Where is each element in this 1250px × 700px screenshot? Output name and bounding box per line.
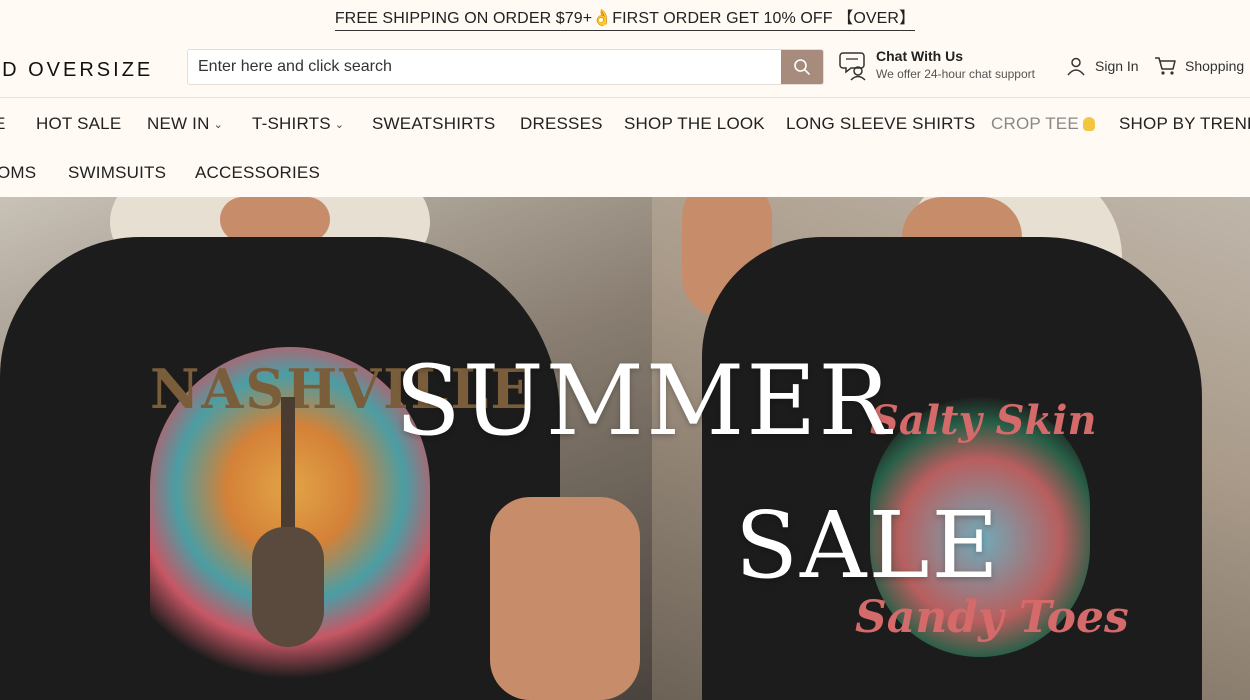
nav-item-label: T-SHIRTS — [252, 114, 331, 133]
search-bar — [187, 49, 824, 85]
chevron-down-icon: ⌄ — [334, 118, 345, 131]
nav-item-swimsuits[interactable]: SWIMSUITS — [68, 163, 166, 183]
nav-item-dresses[interactable]: DRESSES — [520, 114, 603, 134]
nav-item-new-in[interactable]: NEW IN ⌄ — [147, 114, 223, 134]
shopping-label: Shopping — [1185, 58, 1245, 74]
hero-headline-line2: SALE — [735, 492, 1001, 599]
nav-item-label: OMS — [0, 163, 37, 182]
nav-item-hot-sale[interactable]: HOT SALE — [36, 114, 121, 134]
nav-item-label: SHOP THE LOOK — [624, 114, 765, 133]
cart-icon — [1155, 57, 1176, 75]
beach-print-text-bottom: Sandy Toes — [855, 592, 1129, 643]
nav-item-label: SHOP BY TREND — [1119, 114, 1250, 133]
sign-in-label: Sign In — [1095, 58, 1139, 74]
nav-item-long-sleeve-shirts[interactable]: LONG SLEEVE SHIRTS — [786, 114, 975, 134]
nav-item-label: LONG SLEEVE SHIRTS — [786, 114, 976, 133]
nav-item-label: DRESSES — [520, 114, 603, 133]
nav-item-shop-the-look[interactable]: SHOP THE LOOK — [624, 114, 765, 134]
nav-item-accessories[interactable]: ACCESSORIES — [195, 163, 320, 183]
search-input[interactable] — [188, 50, 781, 84]
chat-title: Chat With Us — [876, 48, 963, 64]
chat-subtitle: We offer 24-hour chat support — [876, 67, 1035, 81]
nav-item-partial-2[interactable]: OMS — [0, 163, 36, 183]
hero-headline-line1: SUMMER — [395, 345, 893, 457]
model-neck-left — [220, 197, 330, 242]
nav-item-shop-by-trend[interactable]: SHOP BY TREND — [1119, 114, 1250, 134]
nav-item-label: SWIMSUITS — [68, 163, 167, 182]
nav-item-label: SWEATSHIRTS — [372, 114, 496, 133]
search-button[interactable] — [781, 50, 823, 84]
nav-item-label: HOT SALE — [36, 114, 122, 133]
nav-item-label: ACCESSORIES — [195, 163, 321, 182]
announcement-bar: FREE SHIPPING ON ORDER $79+👌FIRST ORDER … — [0, 0, 1250, 34]
nav-item-label: CROP TEE — [991, 114, 1079, 133]
announcement-text[interactable]: FREE SHIPPING ON ORDER $79+👌FIRST ORDER … — [334, 4, 916, 31]
sign-in-link[interactable]: Sign In — [1066, 56, 1139, 76]
shopping-cart-link[interactable]: Shopping — [1154, 56, 1244, 76]
site-logo[interactable]: LD OVERSIZE — [0, 59, 153, 82]
chat-support-icon — [839, 52, 866, 81]
hero-banner[interactable]: NASHVILLE Salty Skin Sandy Toes SUMMER S… — [0, 197, 1250, 700]
nav-item-sweatshirts[interactable]: SWEATSHIRTS — [372, 114, 495, 134]
nav-item-label: NEW IN — [147, 114, 210, 133]
site-header: LD OVERSIZE Chat With Us We offer 24-hou… — [0, 34, 1250, 98]
search-icon — [794, 59, 810, 75]
nav-item-t-shirts[interactable]: T-SHIRTS ⌄ — [252, 114, 344, 134]
nav-item-label: E — [0, 114, 6, 134]
chevron-down-icon: ⌄ — [213, 118, 224, 131]
hand-emoji-icon — [1082, 117, 1095, 131]
chat-with-us[interactable]: Chat With Us We offer 24-hour chat suppo… — [839, 47, 1035, 83]
user-icon — [1067, 57, 1085, 76]
main-navigation: E HOT SALE NEW IN⌄ T-SHIRTS⌄ SWEATSHIRTS… — [0, 98, 1250, 195]
nav-item-crop-tee[interactable]: CROP TEE — [991, 114, 1095, 134]
nav-item-partial[interactable]: E — [0, 114, 6, 134]
